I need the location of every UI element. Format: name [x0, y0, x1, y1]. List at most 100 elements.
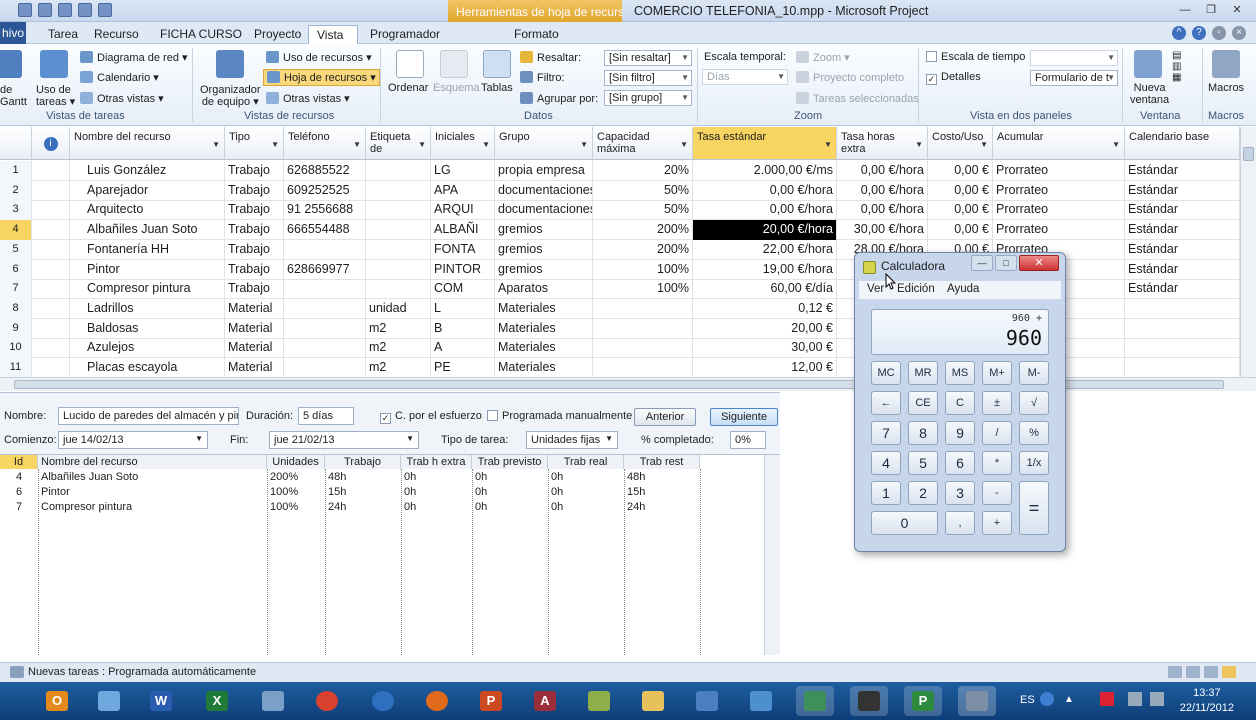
explorer-icon[interactable] [634, 686, 672, 716]
cell-ini[interactable]: PE [431, 358, 495, 377]
print-icon[interactable] [98, 3, 112, 17]
cell-cal[interactable]: Estándar [1125, 239, 1240, 260]
cell-acum[interactable]: Prorrateo [993, 161, 1125, 181]
assign-cell-prev[interactable]: 0h [472, 470, 548, 485]
cell-tipo[interactable]: Material [225, 358, 284, 377]
cell-et[interactable]: m2 [366, 338, 431, 359]
cell-extra[interactable]: 0,00 €/hora [837, 180, 928, 201]
cell-n[interactable]: 1 [0, 161, 32, 181]
zoom-button[interactable]: Zoom ▾ [796, 51, 850, 64]
cell-extra[interactable]: 0,00 €/hora [837, 161, 928, 181]
tab-programador[interactable]: Programador [362, 25, 448, 44]
calc-key-2[interactable]: 2 [908, 481, 938, 505]
cell-tasa[interactable]: 60,00 €/día [693, 279, 837, 300]
cell-tipo[interactable]: Trabajo [225, 161, 284, 181]
calc-key-multiply[interactable]: * [982, 451, 1012, 475]
cell-name[interactable]: Luis González [70, 161, 225, 181]
assign-cell-id[interactable]: 4 [0, 470, 38, 485]
redo-icon[interactable] [78, 3, 92, 17]
cell-name[interactable]: Arquitecto [70, 200, 225, 221]
cell-n[interactable]: 4 [0, 220, 32, 241]
tab-proyecto[interactable]: Proyecto [246, 25, 309, 44]
cell-indicator[interactable] [32, 239, 70, 260]
cell-ini[interactable]: A [431, 338, 495, 359]
gantt-icon[interactable] [0, 50, 22, 78]
assign-cell-prev[interactable]: 0h [472, 500, 548, 515]
open-icon[interactable] [18, 3, 32, 17]
calc-key-5[interactable]: 5 [908, 451, 938, 475]
menu-ayuda[interactable]: Ayuda [947, 283, 979, 295]
access-icon[interactable]: A [526, 686, 564, 716]
effort-driven-checkbox[interactable]: ✓ C. por el esfuerzo [380, 410, 482, 424]
cell-n[interactable]: 10 [0, 338, 32, 359]
outline-button[interactable]: Esquema [433, 82, 479, 94]
view-gantt-icon[interactable] [1168, 666, 1182, 678]
cell-name[interactable]: Pintor [70, 259, 225, 280]
cell-n[interactable]: 5 [0, 239, 32, 260]
assign-cell-name[interactable]: Pintor [38, 485, 267, 500]
calc-key-equals[interactable]: = [1019, 481, 1049, 535]
assign-col-actual[interactable]: Trab real [548, 455, 624, 469]
calc-maximize-button[interactable]: □ [995, 255, 1017, 271]
cell-extra[interactable]: 30,00 €/hora [837, 220, 928, 241]
resource-row[interactable]: 1 Luis González Trabajo 626885522 LG propia e… [0, 161, 1240, 181]
chrome-icon[interactable] [308, 686, 346, 716]
cell-cap[interactable]: 20% [593, 161, 693, 181]
tables-button[interactable]: Tablas [481, 82, 513, 94]
calc-key-4[interactable]: 4 [871, 451, 901, 475]
assign-col-overtime[interactable]: Trab h extra [401, 455, 472, 469]
resource-row[interactable]: 2 Aparejador Trabajo 609252525 APA documentac… [0, 180, 1240, 201]
assign-cell-name[interactable]: Albañiles Juan Soto [38, 470, 267, 485]
cell-n[interactable]: 6 [0, 259, 32, 280]
timeline-checkbox[interactable]: Escala de tiempo [926, 51, 1025, 63]
cell-et[interactable] [366, 180, 431, 201]
view-sheet-icon[interactable] [1222, 666, 1236, 678]
cell-tipo[interactable]: Trabajo [225, 259, 284, 280]
cell-cap[interactable]: 50% [593, 180, 693, 201]
assign-cell-id[interactable]: 7 [0, 500, 38, 515]
network-diagram-button[interactable]: Diagrama de red ▾ [80, 51, 188, 64]
cell-et[interactable] [366, 161, 431, 181]
cell-costo[interactable]: 0,00 € [928, 180, 993, 201]
calc-key-mc[interactable]: MC [871, 361, 901, 385]
cell-tel[interactable] [284, 318, 366, 339]
cell-et[interactable] [366, 279, 431, 300]
cell-tel[interactable] [284, 358, 366, 377]
cell-et[interactable] [366, 220, 431, 241]
cell-grupo[interactable]: Materiales [495, 358, 593, 377]
cell-name[interactable]: Compresor pintura [70, 279, 225, 300]
calc-key-6[interactable]: 6 [945, 451, 975, 475]
calc-key-reciprocal[interactable]: 1/x [1019, 451, 1049, 475]
cell-cap[interactable]: 200% [593, 220, 693, 241]
assign-cell-rest[interactable]: 15h [624, 485, 700, 500]
calc-key-backspace[interactable]: ← [871, 391, 901, 415]
calendar-button[interactable]: Calendario ▾ [80, 71, 159, 84]
sort-az-icon[interactable] [396, 50, 424, 78]
group-by-select[interactable]: [Sin grupo] ▼ [604, 90, 692, 106]
cell-cap[interactable]: 100% [593, 279, 693, 300]
reader-icon[interactable] [742, 686, 780, 716]
calc-key-ce[interactable]: CE [908, 391, 938, 415]
cell-grupo[interactable]: Aparatos [495, 279, 593, 300]
col-header-telefono[interactable]: Teléfono ▼ [284, 127, 366, 160]
calc-key-7[interactable]: 7 [871, 421, 901, 445]
manual-schedule-checkbox[interactable]: Programada manualmente [487, 410, 632, 422]
col-header-grupo[interactable]: Grupo ▼ [495, 127, 593, 160]
cell-cal[interactable] [1125, 358, 1240, 377]
col-header-tasa-extra[interactable]: Tasa horas extra ▼ [837, 127, 928, 160]
cell-indicator[interactable] [32, 259, 70, 280]
previous-button[interactable]: Anterior [634, 408, 696, 426]
col-header-calendario[interactable]: Calendario base [1125, 127, 1240, 160]
cell-grupo[interactable]: Materiales [495, 338, 593, 359]
cell-n[interactable]: 11 [0, 358, 32, 377]
calc-key-percent[interactable]: % [1019, 421, 1049, 445]
pct-complete-field[interactable]: 0% [730, 431, 766, 449]
cell-tasa[interactable]: 0,00 €/hora [693, 180, 837, 201]
cell-ini[interactable]: COM [431, 279, 495, 300]
calc-key-plus[interactable]: + [982, 511, 1012, 535]
assign-cell-id[interactable]: 6 [0, 485, 38, 500]
cell-tasa[interactable]: 30,00 € [693, 338, 837, 359]
help-icon[interactable]: ? [1192, 26, 1206, 40]
assign-col-remaining[interactable]: Trab rest [624, 455, 700, 469]
timeline-select[interactable]: ▼ [1030, 50, 1118, 66]
